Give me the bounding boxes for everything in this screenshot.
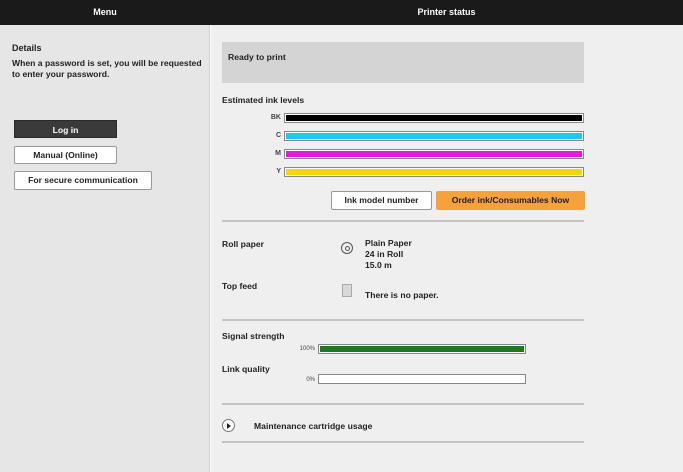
ink-fill-y (286, 169, 582, 175)
ink-label-y: Y (276, 168, 281, 175)
ink-row-m: M (261, 149, 586, 159)
link-quality-label: Link quality (222, 364, 270, 374)
details-heading: Details (12, 43, 42, 53)
ink-bar-m (284, 149, 584, 159)
password-note: When a password is set, you will be requ… (12, 58, 202, 79)
divider (222, 319, 584, 321)
maintenance-cartridge-label[interactable]: Maintenance cartridge usage (254, 421, 372, 431)
link-quality-percent: 0% (306, 377, 315, 383)
top-feed-label: Top feed (222, 281, 258, 291)
signal-strength-fill (320, 346, 524, 352)
ink-row-c: C (261, 131, 586, 141)
ink-bar-c (284, 131, 584, 141)
ink-label-bk: BK (270, 114, 281, 121)
ink-row-y: Y (261, 167, 586, 177)
ink-row-bk: BK (261, 113, 586, 123)
ink-label-m: M (275, 150, 281, 157)
status-message: Ready to print (228, 52, 286, 62)
signal-strength-percent: 100% (299, 346, 315, 352)
sheet-paper-icon (342, 284, 352, 297)
secure-communication-button[interactable]: For secure communication (14, 171, 152, 190)
roll-paper-icon (341, 242, 353, 254)
order-ink-button[interactable]: Order ink/Consumables Now (436, 191, 585, 210)
roll-paper-info: Plain Paper 24 in Roll 15.0 m (365, 238, 412, 271)
signal-strength-label: Signal strength (222, 331, 285, 341)
status-box: Ready to print (222, 42, 584, 83)
ink-bar-bk (284, 113, 584, 123)
ink-fill-bk (286, 115, 582, 121)
manual-online-button[interactable]: Manual (Online) (14, 146, 117, 164)
roll-paper-label: Roll paper (222, 239, 265, 249)
ink-fill-m (286, 151, 582, 157)
divider (222, 220, 584, 222)
menu-title: Menu (93, 7, 117, 17)
divider (222, 441, 584, 443)
link-quality-bar (318, 374, 526, 384)
ink-fill-c (286, 133, 582, 139)
roll-paper-size: 24 in Roll (365, 249, 404, 259)
sidebar: Details When a password is set, you will… (0, 25, 210, 472)
page-title: Printer status (417, 7, 476, 17)
main-panel: Ready to print Estimated ink levels BK C… (211, 25, 683, 472)
ink-bar-y (284, 167, 584, 177)
ink-levels-heading: Estimated ink levels (222, 95, 305, 105)
roll-paper-length: 15.0 m (365, 260, 392, 270)
roll-paper-type: Plain Paper (365, 238, 412, 248)
signal-strength-bar (318, 344, 526, 354)
ink-model-number-button[interactable]: Ink model number (331, 191, 432, 210)
login-button[interactable]: Log in (14, 120, 117, 138)
top-feed-status: There is no paper. (365, 290, 439, 300)
expand-arrow-icon[interactable] (222, 419, 235, 432)
divider (222, 403, 584, 405)
top-bar: Menu Printer status (0, 0, 683, 25)
ink-label-c: C (275, 132, 281, 139)
